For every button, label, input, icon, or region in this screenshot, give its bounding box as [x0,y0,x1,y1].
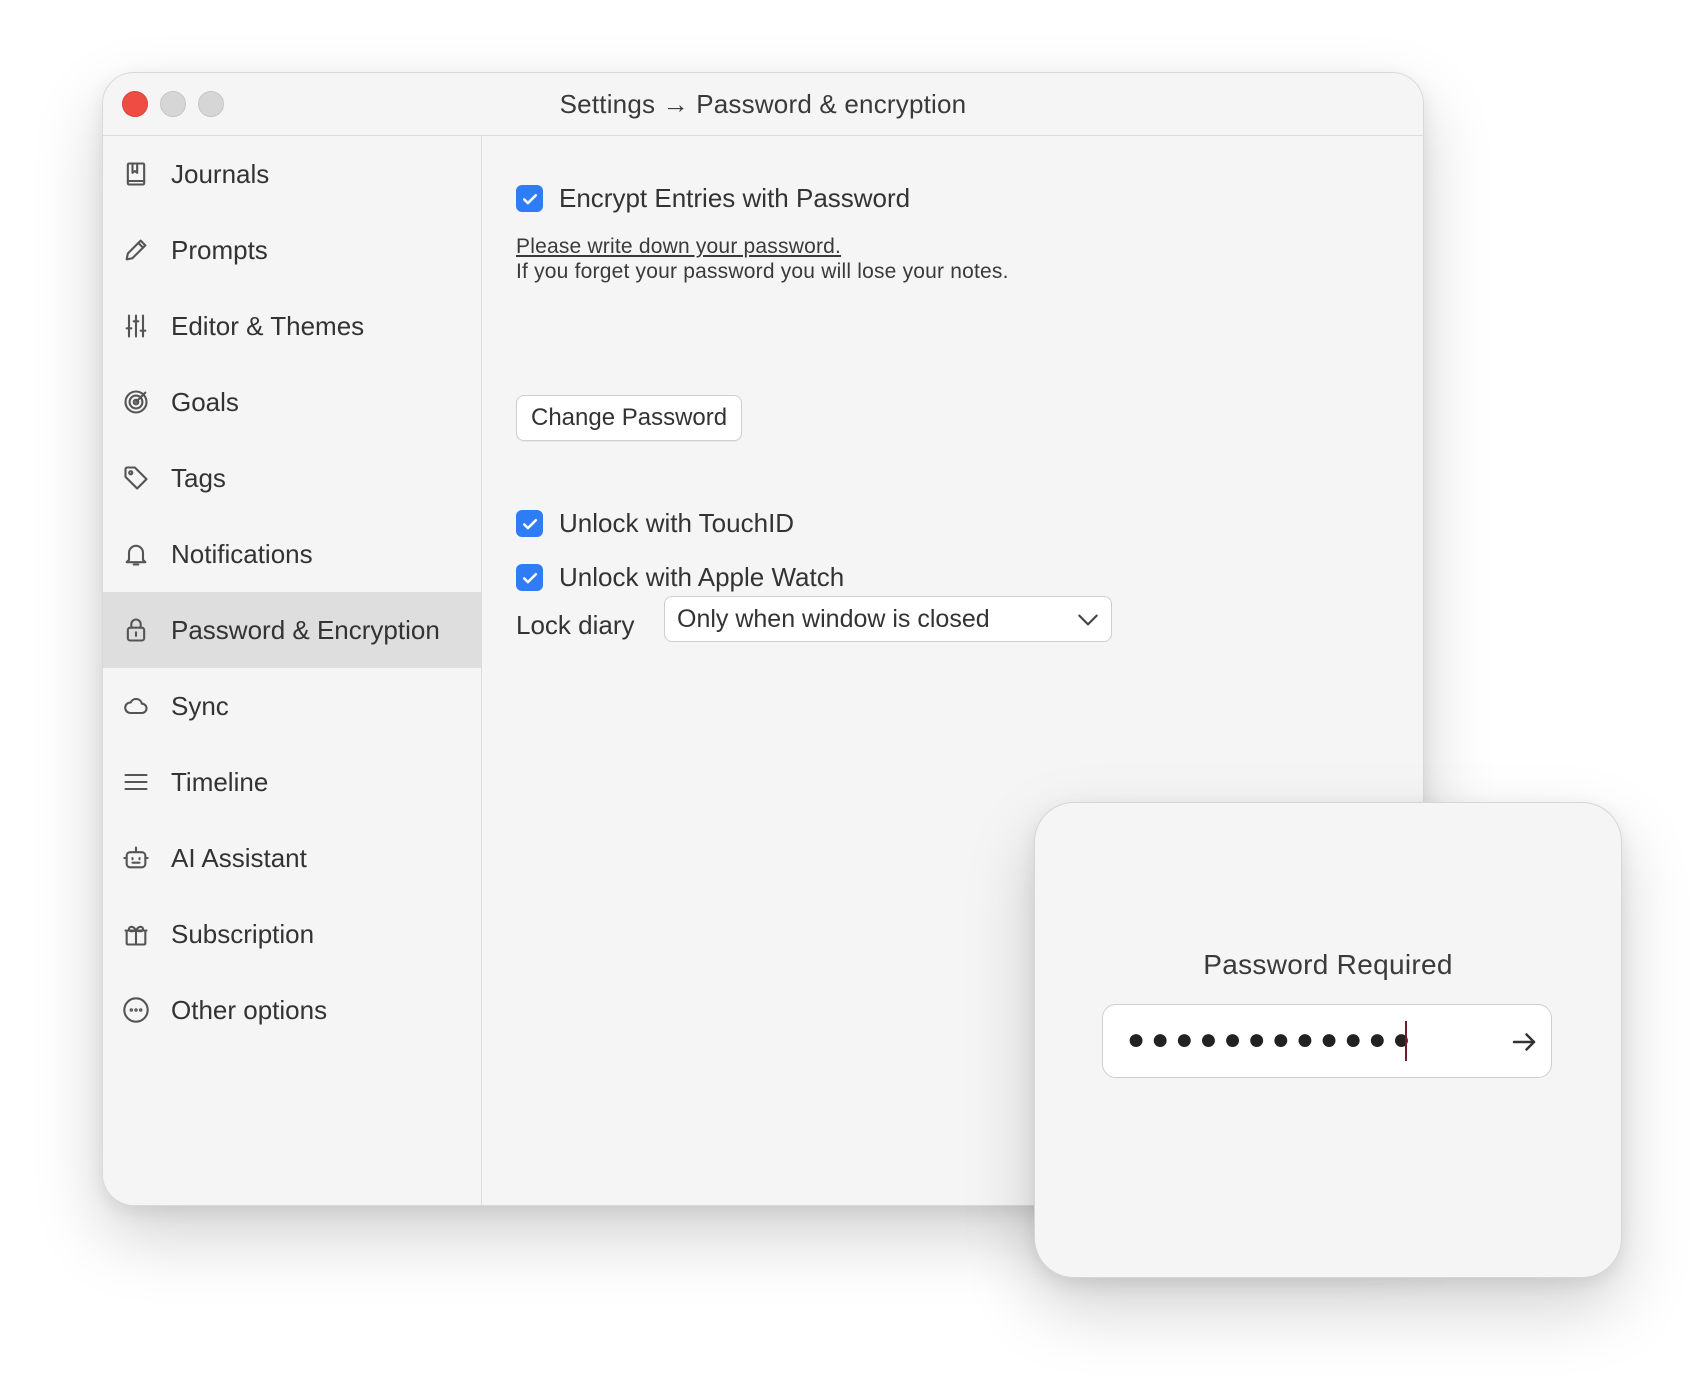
target-icon [121,387,151,417]
text-caret [1405,1021,1407,1061]
sidebar-item-label: Subscription [171,918,315,949]
write-down-password-link[interactable]: Please write down your password. [516,235,841,259]
pencil-icon [121,235,151,265]
more-icon [121,995,151,1025]
unlock-touchid-checkbox[interactable] [516,510,543,537]
sidebar-item-password-encryption[interactable]: Password & Encryption [103,592,481,668]
change-password-button[interactable]: Change Password [516,395,743,441]
sidebar-item-label: Sync [171,690,229,721]
lock-diary-value: Only when window is closed [677,604,990,633]
sidebar-item-subscription[interactable]: Subscription [103,896,481,972]
sidebar-item-timeline[interactable]: Timeline [103,744,481,820]
window-title: Settings → Password & encryption [559,89,967,119]
sidebar-item-label: Notifications [171,538,313,569]
sidebar-item-goals[interactable]: Goals [103,364,481,440]
sidebar-item-label: Tags [171,462,226,493]
chevron-down-icon [1075,607,1101,633]
cloud-icon [121,691,151,721]
checkmark-icon [522,518,537,529]
password-input[interactable]: ●●●●●●●●●●●● [1102,1004,1552,1078]
stage: Settings → Password & encryption Journal… [0,0,1696,1387]
lock-diary-select[interactable]: Only when window is closed [664,596,1112,642]
sidebar-item-label: Other options [171,994,328,1025]
sidebar-item-label: Journals [171,158,270,189]
tag-icon [121,463,151,493]
title-bar: Settings → Password & encryption [103,73,1423,136]
encrypt-entries-option[interactable]: Encrypt Entries with Password [516,183,910,214]
checkmark-icon [522,572,537,583]
unlock-apple-watch-option[interactable]: Unlock with Apple Watch [516,562,844,593]
sidebar-item-ai-assistant[interactable]: AI Assistant [103,820,481,896]
sidebar-item-editor-themes[interactable]: Editor & Themes [103,288,481,364]
sidebar-item-label: AI Assistant [171,842,307,873]
list-icon [121,767,151,797]
sidebar-item-tags[interactable]: Tags [103,440,481,516]
sidebar-item-notifications[interactable]: Notifications [103,516,481,592]
submit-arrow-icon[interactable] [1509,1027,1539,1057]
gift-icon [121,919,151,949]
robot-icon [121,843,151,873]
sidebar-item-label: Editor & Themes [171,310,365,341]
encrypt-entries-checkbox[interactable] [516,185,543,212]
sidebar-item-journals[interactable]: Journals [103,136,481,212]
sidebar-item-sync[interactable]: Sync [103,668,481,744]
sidebar-item-prompts[interactable]: Prompts [103,212,481,288]
unlock-apple-watch-label: Unlock with Apple Watch [559,562,845,592]
sliders-icon [121,311,151,341]
lock-diary-label: Lock diary [516,610,635,640]
bell-icon [121,539,151,569]
checkmark-icon [522,193,537,204]
journal-icon [121,159,151,189]
sidebar-item-label: Goals [171,386,239,417]
password-required-title: Password Required [1203,949,1453,980]
password-required-dialog: Password Required ●●●●●●●●●●●● [1034,802,1622,1278]
encrypt-entries-label: Encrypt Entries with Password [559,183,911,213]
sidebar-item-other-options[interactable]: Other options [103,972,481,1048]
sidebar: Journals Prompts Editor & Themes Goals T… [103,136,482,1205]
unlock-touchid-label: Unlock with TouchID [559,508,795,538]
sidebar-item-label: Timeline [171,766,269,797]
unlock-touchid-option[interactable]: Unlock with TouchID [516,508,794,539]
lock-icon [121,615,151,645]
sidebar-item-label: Password & Encryption [171,614,440,645]
unlock-apple-watch-checkbox[interactable] [516,564,543,591]
password-mask: ●●●●●●●●●●●● [1127,1023,1417,1056]
sidebar-item-label: Prompts [171,234,268,265]
forget-password-warning: If you forget your password you will los… [516,260,1009,283]
